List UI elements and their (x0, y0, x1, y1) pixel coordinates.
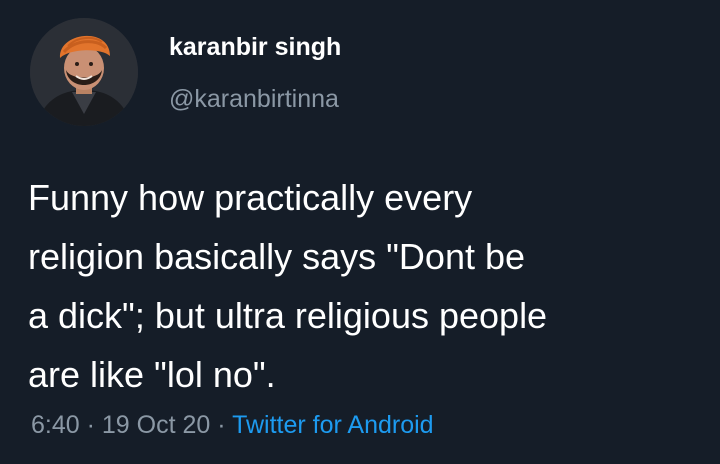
tweet-text: Funny how practically every religion bas… (28, 168, 708, 404)
tweet-text-line: a dick"; but ultra religious people (28, 295, 548, 336)
tweet-text-line: Funny how practically every (28, 177, 473, 218)
tweet-text-line: religion basically says "Dont be (28, 236, 526, 277)
tweet-text-line: are like "lol no". (28, 354, 276, 395)
avatar-portrait-image (30, 18, 138, 126)
tweet-date[interactable]: 19 Oct 20 (102, 411, 210, 439)
author-display-name[interactable]: karanbir singh (169, 33, 341, 62)
tweet-source-link[interactable]: Twitter for Android (232, 411, 433, 439)
tweet-card: karanbir singh @karanbirtinna Funny how … (0, 0, 720, 464)
tweet-time[interactable]: 6:40 (31, 411, 80, 439)
meta-separator: · (217, 411, 226, 439)
tweet-meta: 6:40 · 19 Oct 20 · Twitter for Android (31, 411, 434, 440)
author-handle[interactable]: @karanbirtinna (169, 85, 339, 114)
avatar[interactable] (30, 18, 138, 126)
meta-separator: · (86, 411, 95, 439)
